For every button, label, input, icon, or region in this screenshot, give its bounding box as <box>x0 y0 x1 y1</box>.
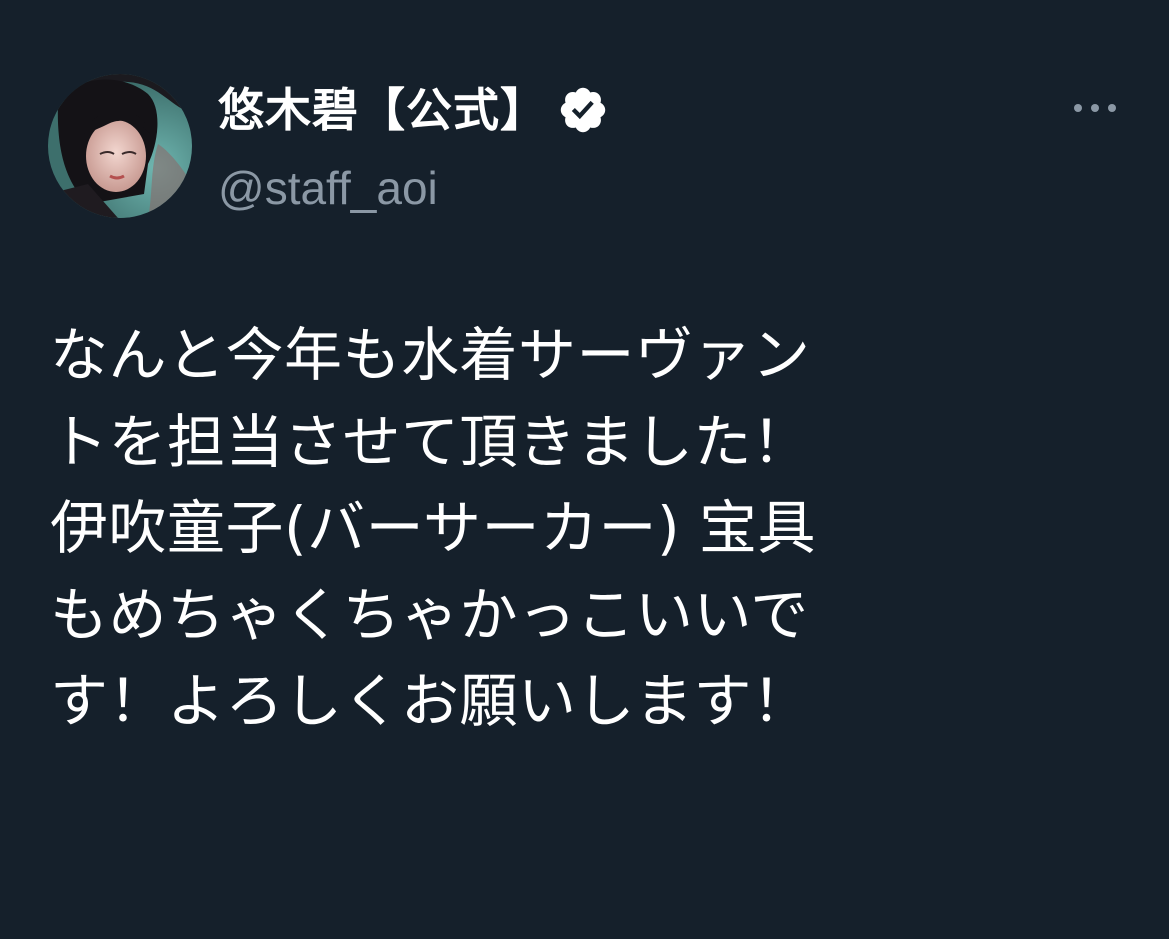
tweet-text: なんと今年も水着サーヴァン トを担当させて頂きました！ 伊吹童子(バーサーカー)… <box>50 312 1130 745</box>
display-name-row[interactable]: 悠木碧【公式】 <box>218 78 609 142</box>
verified-badge-icon <box>560 87 606 133</box>
tweet-text-line: トを担当させて頂きました！ <box>50 407 811 476</box>
tweet-text-line: 伊吹童子(バーサーカー) 宝具 <box>50 494 817 562</box>
more-options-icon[interactable] <box>1066 86 1126 130</box>
avatar-image <box>48 74 192 218</box>
tweet-text-line: もめちゃくちゃかっこいいで <box>50 580 809 649</box>
tweet-text-line: す！よろしくお願いします！ <box>50 667 811 735</box>
avatar[interactable] <box>48 74 192 218</box>
user-handle[interactable]: @staff_aoi <box>218 156 438 220</box>
display-name: 悠木碧【公式】 <box>218 83 547 137</box>
tweet-text-line: なんと今年も水着サーヴァン <box>50 321 811 389</box>
tweet-card: 悠木碧【公式】 @staff_aoi なんと今年も水着サーヴァン トを担当させて… <box>0 0 1169 939</box>
